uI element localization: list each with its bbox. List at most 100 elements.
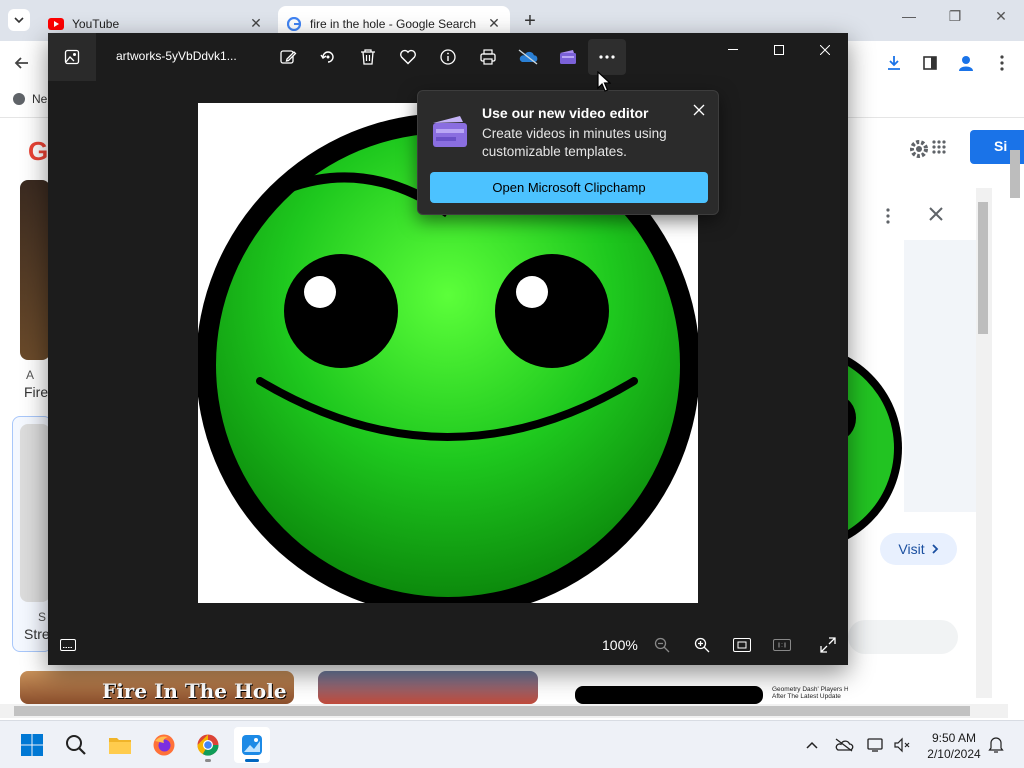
photos-bottom-bar: 100% (48, 625, 848, 665)
youtube-icon (48, 16, 64, 32)
search-button[interactable] (58, 727, 94, 763)
bookmark-label: Ne (32, 92, 48, 106)
zoom-level: 100% (602, 637, 638, 653)
onedrive-offline-icon[interactable] (516, 45, 540, 69)
edit-image-icon[interactable] (276, 45, 300, 69)
zoom-in-icon[interactable] (692, 635, 712, 655)
close-tab-icon[interactable]: ✕ (246, 14, 266, 34)
google-logo[interactable]: G (28, 136, 48, 167)
print-icon[interactable] (476, 45, 500, 69)
more-dots-icon (599, 55, 615, 59)
menu-kebab-icon[interactable] (988, 49, 1016, 77)
photos-title-bar: artworks-5yVbDdvk1... (48, 33, 848, 81)
open-clipchamp-button[interactable]: Open Microsoft Clipchamp (430, 172, 708, 203)
search-pill[interactable] (848, 620, 958, 654)
zoom-out-icon[interactable] (652, 635, 672, 655)
close-panel-icon[interactable] (928, 206, 944, 227)
tab-title: YouTube (72, 16, 120, 31)
file-name: artworks-5yVbDdvk1... (116, 49, 237, 63)
visit-label: Visit (898, 541, 925, 557)
clock-time: 9:50 AM (931, 731, 977, 745)
result-thumbnail[interactable] (20, 424, 50, 602)
minimize-icon[interactable] (718, 41, 748, 59)
download-icon[interactable] (880, 49, 908, 77)
onedrive-tray-icon[interactable] (834, 735, 854, 755)
firefox-icon (153, 734, 175, 756)
profile-icon[interactable] (952, 49, 980, 77)
rotate-icon[interactable] (316, 45, 340, 69)
panel-scroll-thumb[interactable] (978, 202, 988, 334)
result-title[interactable]: Fire (24, 384, 48, 400)
result-thumbnail[interactable] (20, 180, 50, 360)
photos-app-icon (242, 735, 262, 755)
tab-title: fire in the hole - Google Search (310, 16, 477, 31)
start-button[interactable] (14, 727, 50, 763)
bookmark-item[interactable]: Ne (12, 92, 47, 106)
visit-button[interactable]: Visit (880, 533, 957, 565)
running-indicator (205, 759, 211, 762)
preview-image[interactable] (848, 328, 904, 568)
fit-to-window-icon[interactable] (732, 635, 752, 655)
close-window-icon[interactable]: ✕ (986, 8, 1016, 25)
clock-date: 2/10/2024 (927, 747, 981, 761)
chevron-up-icon[interactable] (802, 735, 822, 755)
result-thumbnail[interactable] (575, 686, 763, 704)
horizontal-scroll-thumb[interactable] (14, 706, 970, 716)
google-icon (286, 16, 302, 32)
maximize-icon[interactable] (764, 41, 794, 59)
gallery-icon (64, 49, 80, 65)
system-clock[interactable]: 9:50 AM 2/10/2024 (918, 730, 990, 762)
see-more-button[interactable] (588, 39, 626, 75)
result-source: S (38, 610, 47, 624)
notification-bell-icon[interactable] (986, 735, 1006, 755)
windows-logo-icon (21, 734, 43, 756)
chrome-icon (197, 734, 219, 756)
gallery-button[interactable] (48, 33, 96, 81)
tab-search-button[interactable] (8, 9, 30, 31)
apps-grid-icon[interactable] (932, 140, 946, 159)
clipchamp-icon[interactable] (556, 45, 580, 69)
folder-icon (109, 738, 131, 754)
search-icon (66, 735, 86, 755)
volume-muted-icon[interactable] (892, 735, 912, 755)
globe-icon (13, 93, 25, 105)
favorite-heart-icon[interactable] (396, 45, 420, 69)
popup-title: Use our new video editor (482, 105, 649, 121)
thumbnail-text: Fire In The Hole (102, 679, 287, 703)
preview-area (904, 240, 976, 512)
chrome-button[interactable] (190, 727, 226, 763)
network-icon[interactable] (866, 735, 886, 755)
result-thumbnail[interactable]: Fire In The Hole (20, 671, 294, 704)
close-tab-icon[interactable]: ✕ (484, 14, 504, 34)
full-screen-icon[interactable] (818, 635, 838, 655)
result-thumbnail[interactable] (318, 671, 538, 704)
video-editor-popup: Use our new video editor Create videos i… (417, 90, 719, 215)
panel-scroll-track[interactable] (976, 188, 992, 698)
file-explorer-button[interactable] (102, 727, 138, 763)
result-title[interactable]: Stre (24, 626, 50, 642)
side-panel-icon[interactable] (916, 49, 944, 77)
chevron-right-icon (931, 544, 938, 554)
actual-size-icon[interactable] (772, 635, 792, 655)
settings-gear-icon[interactable] (908, 138, 930, 165)
new-tab-button[interactable]: + (519, 10, 541, 32)
mouse-cursor (597, 71, 611, 92)
photos-button[interactable] (234, 727, 270, 763)
minimize-icon[interactable]: — (894, 8, 924, 24)
more-options-icon[interactable] (886, 208, 890, 229)
popup-description: Create videos in minutes using customiza… (482, 126, 667, 159)
horizontal-scrollbar[interactable] (0, 704, 1008, 718)
page-scroll-thumb[interactable] (1010, 150, 1020, 198)
close-popup-icon[interactable] (690, 101, 708, 119)
back-arrow-icon[interactable] (8, 49, 36, 77)
windows-taskbar: 9:50 AM 2/10/2024 (0, 720, 1024, 768)
clipchamp-logo-icon (432, 113, 468, 149)
close-window-icon[interactable] (810, 41, 840, 59)
delete-icon[interactable] (356, 45, 380, 69)
restore-icon[interactable]: ❐ (940, 8, 970, 25)
filmstrip-toggle-icon[interactable] (58, 635, 78, 655)
info-icon[interactable] (436, 45, 460, 69)
firefox-button[interactable] (146, 727, 182, 763)
page-scrollbar[interactable] (1008, 126, 1022, 696)
result-source: A (26, 368, 35, 382)
